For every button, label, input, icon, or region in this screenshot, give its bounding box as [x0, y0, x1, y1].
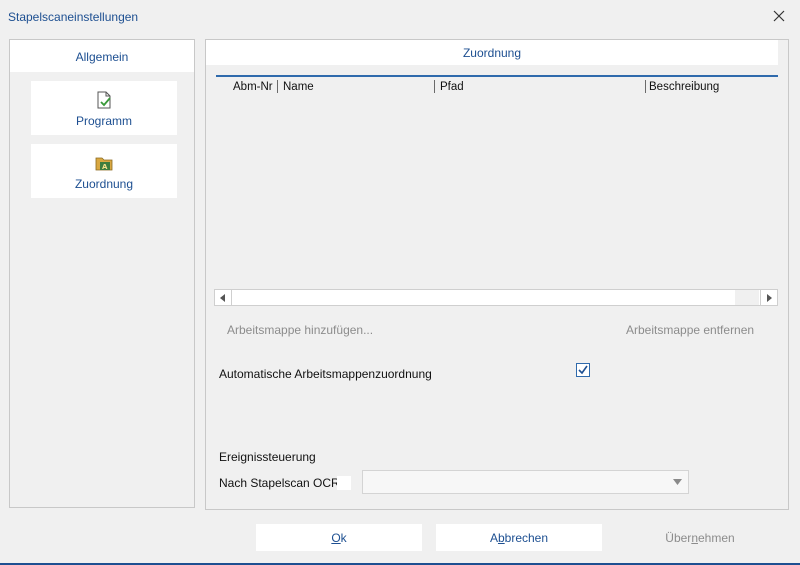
window-title: Stapelscaneinstellungen — [8, 10, 139, 24]
add-workbook-button[interactable]: Arbeitsmappe hinzufügen... — [227, 323, 373, 337]
tab-zuordnung[interactable]: Zuordnung — [206, 40, 778, 65]
cancel-button[interactable]: Abbrechen — [436, 524, 602, 551]
close-icon — [773, 10, 785, 22]
after-ocr-label: Nach Stapelscan OCR — [219, 476, 340, 490]
column-divider[interactable] — [645, 80, 646, 93]
workbook-grid[interactable]: Abm-Nr Name Pfad Beschreibung — [216, 75, 778, 308]
apply-label-mnemonic: n — [691, 531, 698, 545]
ok-button[interactable]: Ok — [256, 524, 422, 551]
chevron-down-icon — [673, 479, 682, 485]
nav-item-label: Zuordnung — [74, 177, 134, 191]
column-header-beschreibung[interactable]: Beschreibung — [649, 81, 719, 93]
cancel-label-mnemonic: b — [497, 531, 505, 545]
svg-text:A: A — [102, 163, 108, 171]
ok-label-mnemonic: O — [331, 531, 341, 545]
title-bar: Stapelscaneinstellungen — [0, 0, 800, 32]
checkmark-icon — [578, 365, 588, 375]
document-check-icon — [97, 91, 111, 109]
cancel-label-post: brechen — [504, 531, 549, 545]
nav-item-zuordnung[interactable]: A Zuordnung — [31, 144, 177, 198]
nav-item-programm[interactable]: Programm — [31, 81, 177, 135]
event-section-label: Ereignissteuerung — [219, 450, 316, 464]
folder-a-icon: A — [95, 157, 113, 171]
cancel-label-pre: A — [489, 531, 498, 545]
triangle-right-icon — [767, 293, 772, 302]
scroll-gap — [735, 290, 759, 305]
after-ocr-select[interactable] — [362, 470, 689, 494]
ok-label-post: k — [340, 531, 347, 545]
triangle-left-icon — [220, 293, 225, 302]
nav-item-label: Programm — [75, 114, 132, 128]
scroll-right-button[interactable] — [760, 290, 777, 305]
column-header-name[interactable]: Name — [283, 81, 314, 93]
auto-assign-label: Automatische Arbeitsmappenzuordnung — [219, 367, 432, 381]
scroll-track[interactable] — [233, 290, 735, 305]
tab-allgemein[interactable]: Allgemein — [10, 40, 194, 72]
column-header-abm-nr[interactable]: Abm-Nr — [233, 81, 273, 93]
column-divider[interactable] — [434, 80, 435, 93]
apply-button[interactable]: Übernehmen — [617, 524, 783, 551]
auto-assign-checkbox[interactable] — [576, 363, 590, 377]
column-divider[interactable] — [277, 80, 278, 93]
content-pane: Zuordnung Abm-Nr Name Pfad Beschreibung — [205, 39, 789, 510]
left-nav-pane: Allgemein Programm A Zuordnung — [9, 39, 195, 508]
after-ocr-checkbox[interactable] — [337, 476, 351, 490]
grid-header: Abm-Nr Name Pfad Beschreibung — [216, 77, 778, 97]
apply-label-pre: Über — [665, 531, 692, 545]
apply-label-post: ehmen — [698, 531, 735, 545]
close-button[interactable] — [768, 5, 790, 27]
scroll-left-button[interactable] — [215, 290, 232, 305]
remove-workbook-button[interactable]: Arbeitsmappe entfernen — [626, 323, 754, 337]
horizontal-scrollbar[interactable] — [214, 289, 778, 306]
column-header-pfad[interactable]: Pfad — [440, 81, 464, 93]
